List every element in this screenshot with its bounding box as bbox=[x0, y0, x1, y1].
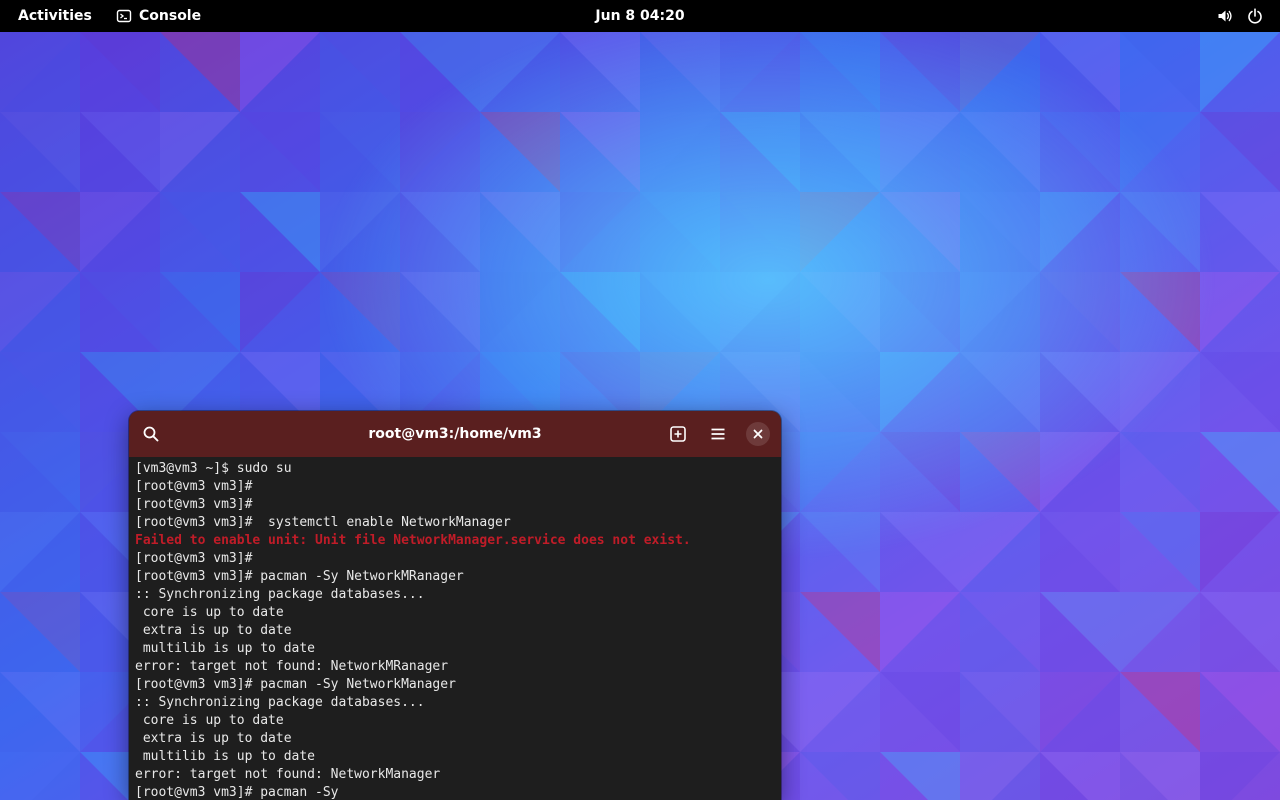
terminal-line: core is up to date bbox=[135, 713, 284, 728]
terminal-line: :: Synchronizing package databases... bbox=[135, 695, 425, 710]
terminal-line: :: Synchronizing package databases... bbox=[135, 587, 425, 602]
terminal-line: [root@vm3 vm3]# bbox=[135, 497, 253, 512]
terminal-line: [root@vm3 vm3]# bbox=[135, 551, 253, 566]
terminal-line: multilib is up to date bbox=[135, 749, 316, 764]
terminal-line: extra is up to date bbox=[135, 731, 292, 746]
terminal-error-line: Failed to enable unit: Unit file Network… bbox=[135, 533, 691, 548]
terminal-headerbar[interactable]: root@vm3:/home/vm3 bbox=[129, 411, 781, 457]
hamburger-menu-icon bbox=[709, 425, 727, 443]
top-bar: Activities Console Jun 8 04:20 bbox=[0, 0, 1280, 32]
terminal-line: [root@vm3 vm3]# pacman -Sy NetworkMRanag… bbox=[135, 569, 464, 584]
system-tray[interactable] bbox=[1216, 0, 1264, 32]
volume-icon[interactable] bbox=[1216, 7, 1234, 25]
terminal-output[interactable]: [vm3@vm3 ~]$ sudo su [root@vm3 vm3]# [root… bbox=[129, 457, 781, 800]
close-icon bbox=[752, 428, 764, 440]
terminal-line: [root@vm3 vm3]# bbox=[135, 479, 253, 494]
app-menu-button[interactable]: Console bbox=[116, 0, 201, 32]
power-icon[interactable] bbox=[1246, 7, 1264, 25]
main-menu-button[interactable] bbox=[704, 420, 732, 448]
terminal-line: error: target not found: NetworkMRanager bbox=[135, 659, 449, 674]
terminal-line: extra is up to date bbox=[135, 623, 292, 638]
terminal-line: [root@vm3 vm3]# pacman -Sy NetworkManage… bbox=[135, 677, 456, 692]
activities-button[interactable]: Activities bbox=[18, 0, 92, 32]
terminal-line: [vm3@vm3 ~]$ sudo su bbox=[135, 461, 292, 476]
clock-button[interactable]: Jun 8 04:20 bbox=[595, 8, 684, 24]
app-name: Console bbox=[139, 8, 202, 24]
close-window-button[interactable] bbox=[746, 422, 770, 446]
terminal-line: [root@vm3 vm3]# systemctl enable Network… bbox=[135, 515, 511, 530]
terminal-line: multilib is up to date bbox=[135, 641, 316, 656]
terminal-line: core is up to date bbox=[135, 605, 284, 620]
search-button[interactable] bbox=[137, 420, 165, 448]
search-icon bbox=[142, 425, 160, 443]
terminal-icon bbox=[116, 8, 132, 24]
terminal-window[interactable]: root@vm3:/home/vm3 [vm3@vm3 ~]$ sudo su … bbox=[129, 411, 781, 800]
new-tab-icon bbox=[669, 425, 687, 443]
terminal-line: error: target not found: NetworkManager bbox=[135, 767, 441, 782]
terminal-line: [root@vm3 vm3]# pacman -Sy bbox=[135, 785, 339, 800]
new-tab-button[interactable] bbox=[664, 420, 692, 448]
desktop: Activities Console Jun 8 04:20 root@vm3:… bbox=[0, 0, 1280, 800]
